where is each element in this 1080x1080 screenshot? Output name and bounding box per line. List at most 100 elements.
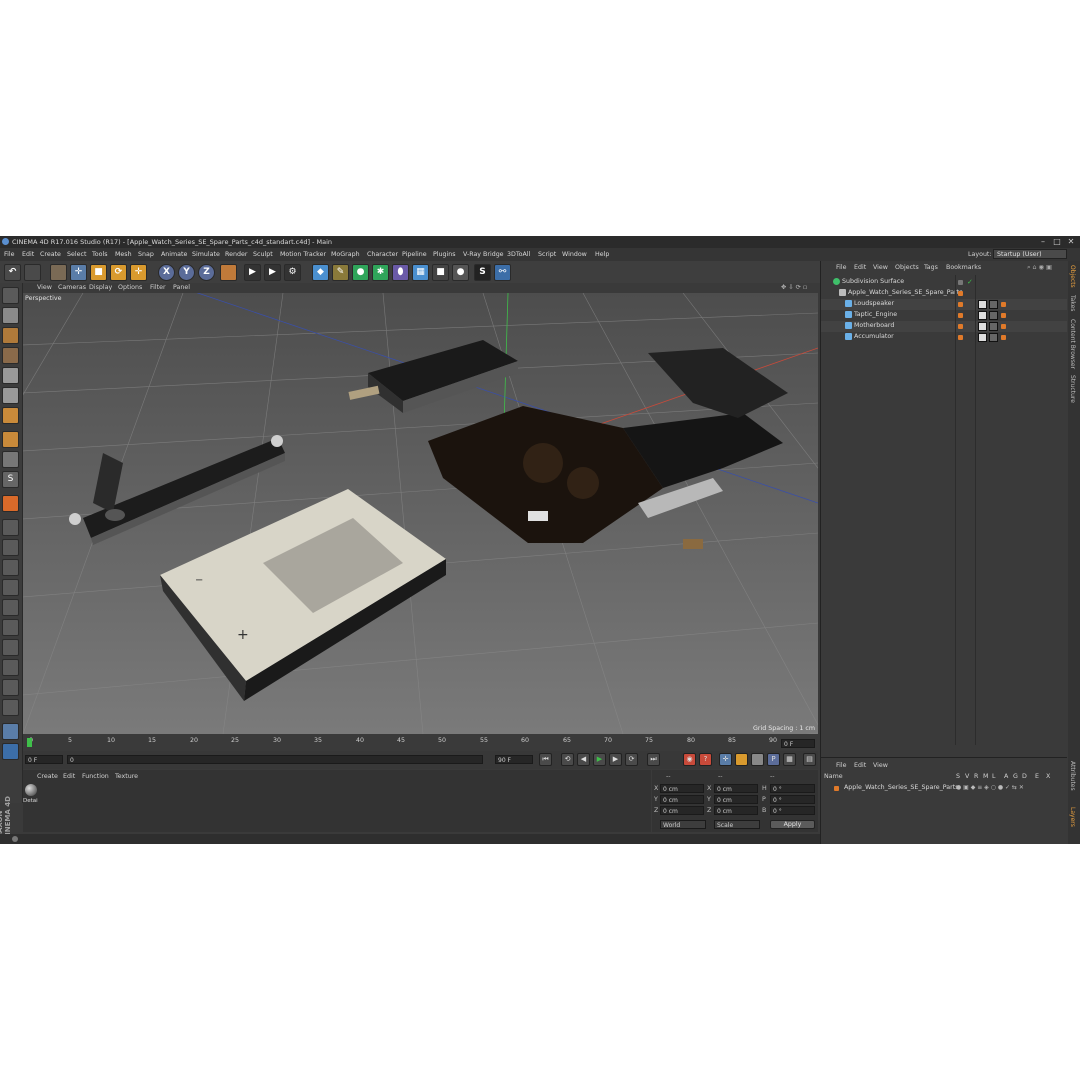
material-swatch[interactable] [25,784,37,796]
axis-x-button[interactable]: X [158,264,175,281]
undo-icon[interactable]: ↶ [4,264,21,281]
magnet-tool-icon[interactable] [2,619,19,636]
layer-toggle-icons[interactable]: ● ▣ ◆ ≡ ◈ ○ ● ✓ ⇆ ✕ [956,784,1024,791]
menu-sculpt[interactable]: Sculpt [253,251,273,258]
material-tag-icon[interactable] [1001,313,1006,318]
uvw-tag-icon[interactable] [989,333,998,342]
viewport-menu-options[interactable]: Options [118,284,142,291]
bridge-tool-icon[interactable] [2,699,19,716]
current-frame-field[interactable]: 0 F [781,739,815,748]
size-x-field[interactable]: 0 cm [714,784,758,793]
array-icon[interactable]: ✱ [372,264,389,281]
side-tab-content-browser[interactable]: Content Browser [1069,319,1076,369]
lm-menu-view[interactable]: View [873,762,888,769]
object-row[interactable]: Motherboard [821,321,1067,332]
brush-tool-icon[interactable] [2,559,19,576]
param-key-icon[interactable]: P [767,753,780,766]
om-menu-edit[interactable]: Edit [854,264,866,271]
timeline-ruler[interactable]: 0 5 10 15 20 25 30 35 40 45 50 55 60 65 … [23,736,818,750]
play-icon[interactable]: ▶ [593,753,606,766]
start-frame-field[interactable]: 0 F [25,755,63,764]
om-menu-file[interactable]: File [836,264,847,271]
texture-tag-icon[interactable] [978,322,987,331]
menu-motion-tracker[interactable]: Motion Tracker [280,251,326,258]
size-mode-select[interactable]: Scale [714,820,760,829]
lm-menu-edit[interactable]: Edit [854,762,866,769]
close-button[interactable]: ✕ [1064,237,1078,247]
om-menu-tags[interactable]: Tags [924,264,938,271]
texture-tag-icon[interactable] [978,311,987,320]
object-row[interactable]: Loudspeaker [821,299,1067,310]
record-icon[interactable]: ◉ [683,753,696,766]
texture-tag-icon[interactable] [978,333,987,342]
viewport-solo-icon[interactable] [2,723,19,740]
extrude-tool-icon[interactable] [2,679,19,696]
deformer-icon[interactable]: ⬮ [392,264,409,281]
bevel-tool-icon[interactable] [2,659,19,676]
rotate-key-icon[interactable] [751,753,764,766]
render-picture-viewer-icon[interactable]: ▶ [264,264,281,281]
previous-frame-icon[interactable]: ◀ [577,753,590,766]
object-row[interactable]: Taptic_Engine [821,310,1067,321]
end-frame-field[interactable]: 90 F [495,755,533,764]
menu-pipeline[interactable]: Pipeline [402,251,427,258]
lm-menu-file[interactable]: File [836,762,847,769]
menu-vray-bridge[interactable]: V-Ray Bridge [463,251,504,258]
uvw-tag-icon[interactable] [989,300,998,309]
menu-plugins[interactable]: Plugins [433,251,456,258]
material-menu-texture[interactable]: Texture [115,773,138,780]
menu-script[interactable]: Script [538,251,556,258]
pen-spline-icon[interactable]: ✎ [332,264,349,281]
minimize-button[interactable]: – [1036,237,1050,247]
playhead[interactable] [27,738,32,747]
om-menu-view[interactable]: View [873,264,888,271]
uvw-tag-icon[interactable] [989,311,998,320]
planar-workplane-icon[interactable] [2,539,19,556]
pla-key-icon[interactable]: ▦ [783,753,796,766]
recent-tool-icon[interactable]: ✛ [130,264,147,281]
object-name[interactable]: Apple_Watch_Series_SE_Spare_Parts [848,289,963,296]
material-tag-icon[interactable] [1001,302,1006,307]
viewport-nav-icons[interactable]: ✥ ⇩ ⟳ ▫ [781,284,807,291]
object-name[interactable]: Taptic_Engine [854,311,897,318]
autokey-icon[interactable]: ? [699,753,712,766]
texture-mode-icon[interactable] [2,327,19,344]
viewport-menu-panel[interactable]: Panel [173,284,190,291]
camera-icon[interactable]: ■ [432,264,449,281]
menu-animate[interactable]: Animate [161,251,187,258]
menu-create[interactable]: Create [40,251,61,258]
pos-x-field[interactable]: 0 cm [660,784,704,793]
menu-edit[interactable]: Edit [22,251,34,258]
smooth-tool-icon[interactable] [2,599,19,616]
menu-select[interactable]: Select [67,251,86,258]
layer-row[interactable]: Apple_Watch_Series_SE_Spare_Parts ● ▣ ◆ … [821,783,1067,794]
snap-icon[interactable]: S [2,471,19,488]
object-name[interactable]: Subdivision Surface [842,278,904,285]
material-menu-function[interactable]: Function [82,773,109,780]
om-menu-objects[interactable]: Objects [895,264,919,271]
menu-render[interactable]: Render [225,251,247,258]
size-y-field[interactable]: 0 cm [714,795,758,804]
move-tool-icon[interactable]: ✛ [70,264,87,281]
menu-mograph[interactable]: MoGraph [331,251,360,258]
object-row[interactable]: Accumulator [821,332,1067,343]
texture-tag-icon[interactable] [978,300,987,309]
menu-window[interactable]: Window [562,251,587,258]
points-mode-icon[interactable] [2,367,19,384]
material-tag-icon[interactable] [1001,335,1006,340]
viewport-menu-cameras[interactable]: Cameras [58,284,86,291]
go-to-start-icon[interactable]: ⏮ [539,753,552,766]
menu-file[interactable]: File [4,251,15,258]
rot-p-field[interactable]: 0 ° [770,795,815,804]
knife-tool-icon[interactable] [2,639,19,656]
object-name[interactable]: Motherboard [854,322,894,329]
material-name[interactable]: Detai [23,798,38,804]
menu-help[interactable]: Help [595,251,609,258]
side-tab-attributes[interactable]: Attributes [1069,761,1076,791]
rot-b-field[interactable]: 0 ° [770,806,815,815]
apply-button[interactable]: Apply [770,820,815,829]
make-editable-icon[interactable] [2,287,19,304]
material-menu-edit[interactable]: Edit [63,773,75,780]
previous-key-icon[interactable]: ⟲ [561,753,574,766]
coordinate-mode-select[interactable]: World [660,820,706,829]
